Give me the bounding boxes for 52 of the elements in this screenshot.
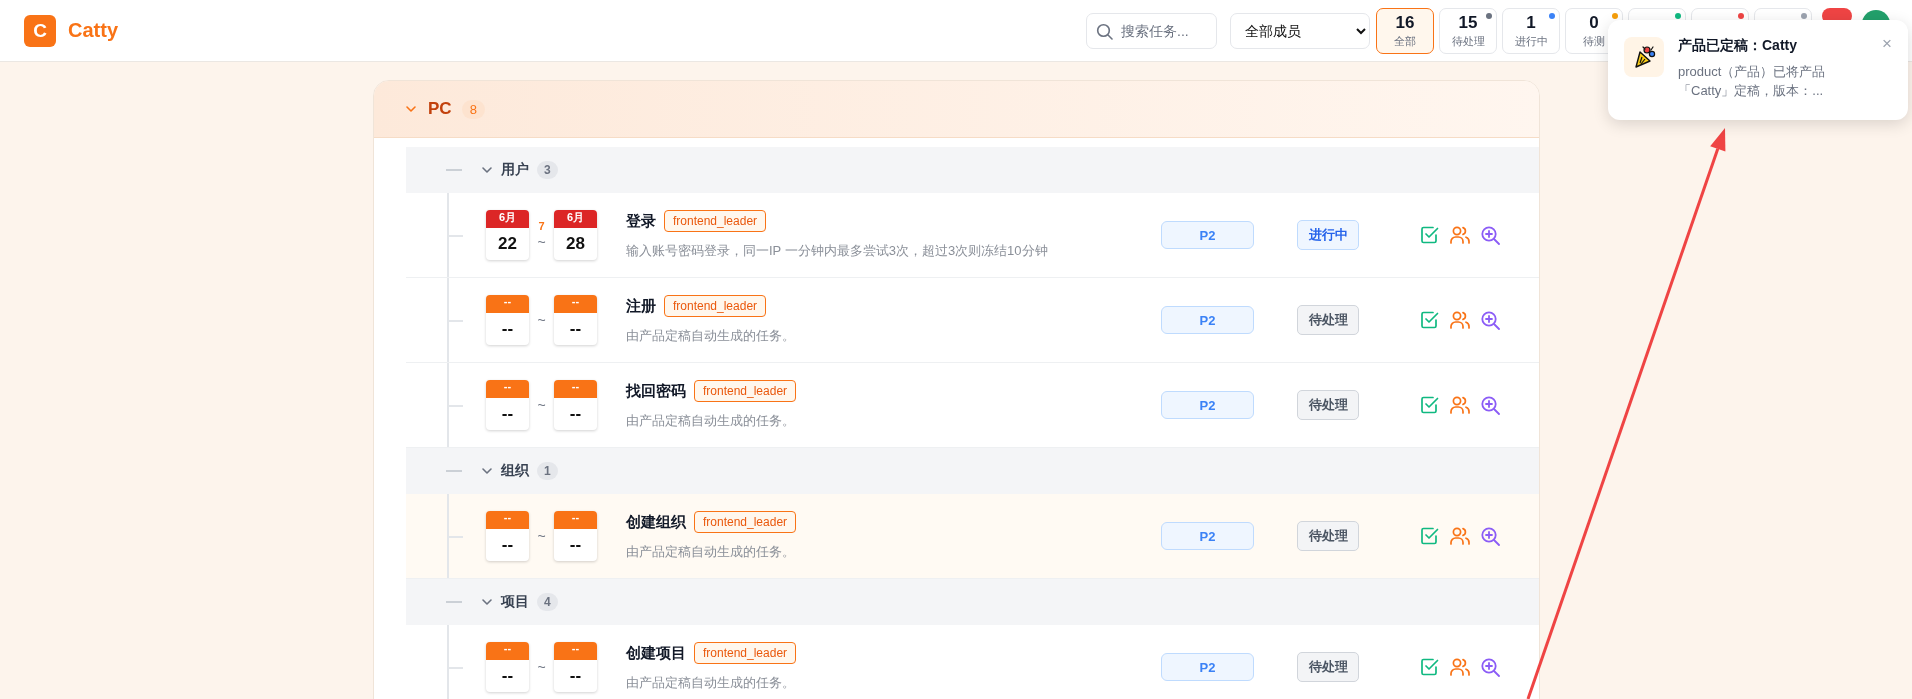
count-badge: 4 <box>537 593 558 611</box>
assignee-tag: frontend_leader <box>664 295 767 317</box>
count-badge: 1 <box>537 462 558 480</box>
month-label: -- <box>554 295 597 313</box>
project-name: PC <box>428 99 452 119</box>
priority-tag: P2 <box>1161 306 1254 334</box>
count-badge: 8 <box>461 99 485 119</box>
month-label: -- <box>554 511 597 529</box>
date-separator: ~ <box>537 397 546 413</box>
assignee-tag: frontend_leader <box>694 642 797 664</box>
app-name: Catty <box>68 19 118 42</box>
priority-tag: P2 <box>1161 522 1254 550</box>
count-badge: 3 <box>537 161 558 179</box>
module-name: 用户 <box>501 161 529 179</box>
task-description: 由产品定稿自动生成的任务。 <box>626 327 796 345</box>
assignee-tag: frontend_leader <box>694 511 797 533</box>
month-label: -- <box>486 380 529 398</box>
month-label: -- <box>486 642 529 660</box>
month-label: -- <box>486 295 529 313</box>
priority-tag: P2 <box>1161 391 1254 419</box>
duration-label: 7 <box>538 220 545 232</box>
day-label: 22 <box>497 233 518 255</box>
day-label: -- <box>500 403 515 425</box>
task-description: 由产品定稿自动生成的任务。 <box>626 674 796 692</box>
day-label: -- <box>568 665 583 687</box>
day-label: -- <box>500 534 515 556</box>
module-name: 项目 <box>501 593 529 611</box>
task-description: 输入账号密码登录，同一IP 一分钟内最多尝试3次，超过3次则冻结10分钟 <box>626 242 1049 260</box>
task-description: 由产品定稿自动生成的任务。 <box>626 412 796 430</box>
day-label: 28 <box>565 233 586 255</box>
month-label: -- <box>554 642 597 660</box>
assignee-tag: frontend_leader <box>664 210 767 232</box>
month-label: -- <box>486 511 529 529</box>
month-label: 6月 <box>554 210 597 228</box>
month-label: -- <box>554 380 597 398</box>
day-label: -- <box>500 665 515 687</box>
date-separator: ~ <box>537 234 546 250</box>
notification-title: 产品已定稿：Catty <box>1678 37 1798 55</box>
date-separator: ~ <box>537 528 546 544</box>
task-description: 由产品定稿自动生成的任务。 <box>626 543 796 561</box>
date-separator: ~ <box>537 312 546 328</box>
notification-message: product（产品）已将产品「Catty」定稿，版本：... <box>1678 63 1827 100</box>
module-name: 组织 <box>501 462 529 480</box>
date-separator: ~ <box>537 659 546 675</box>
month-label: 6月 <box>486 210 529 228</box>
day-label: -- <box>568 318 583 340</box>
priority-tag: P2 <box>1161 221 1254 249</box>
priority-tag: P2 <box>1161 653 1254 681</box>
day-label: -- <box>568 534 583 556</box>
assignee-tag: frontend_leader <box>694 380 797 402</box>
day-label: -- <box>500 318 515 340</box>
day-label: -- <box>568 403 583 425</box>
